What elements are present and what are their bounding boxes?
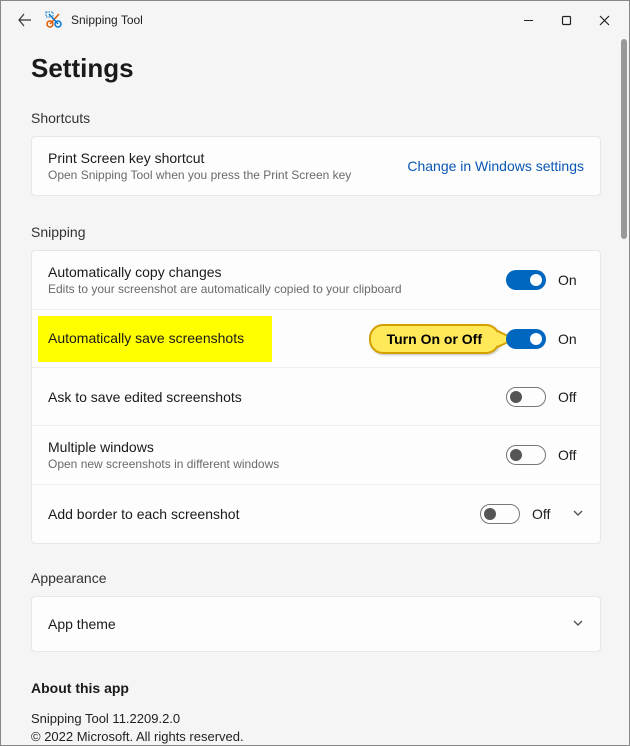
page-title: Settings — [31, 53, 601, 84]
chevron-down-icon — [572, 617, 584, 629]
app-icon — [45, 11, 63, 29]
close-button[interactable] — [585, 5, 623, 35]
autocopy-state: On — [558, 272, 584, 288]
back-arrow-icon — [18, 13, 32, 27]
about-version: Snipping Tool 11.2209.2.0 — [31, 710, 601, 728]
maximize-button[interactable] — [547, 5, 585, 35]
autosave-state: On — [558, 331, 584, 347]
about-label: About this app — [31, 680, 601, 696]
about-copyright: © 2022 Microsoft. All rights reserved. — [31, 728, 601, 745]
shortcut-subtitle: Open Snipping Tool when you press the Pr… — [48, 168, 407, 182]
autocopy-subtitle: Edits to your screenshot are automatical… — [48, 282, 506, 296]
snipping-group: Automatically copy changes Edits to your… — [31, 250, 601, 544]
row-autosave: Automatically save screenshots Turn On o… — [32, 310, 600, 368]
section-label-shortcuts: Shortcuts — [31, 110, 601, 126]
autosave-highlight: Automatically save screenshots — [38, 316, 272, 362]
apptheme-card[interactable]: App theme — [31, 596, 601, 652]
content-area: Settings Shortcuts Print Screen key shor… — [1, 39, 629, 745]
row-asksave: Ask to save edited screenshots Off — [32, 368, 600, 426]
asksave-toggle[interactable] — [506, 387, 546, 407]
autocopy-toggle[interactable] — [506, 270, 546, 290]
section-label-snipping: Snipping — [31, 224, 601, 240]
asksave-title: Ask to save edited screenshots — [48, 389, 506, 405]
callout-text: Turn On or Off — [387, 331, 482, 347]
row-addborder: Add border to each screenshot Off — [32, 485, 600, 543]
shortcut-title: Print Screen key shortcut — [48, 150, 407, 166]
shortcut-card: Print Screen key shortcut Open Snipping … — [31, 136, 601, 196]
addborder-state: Off — [532, 506, 558, 522]
asksave-state: Off — [558, 389, 584, 405]
addborder-expand[interactable] — [572, 507, 584, 522]
multiwin-subtitle: Open new screenshots in different window… — [48, 457, 506, 471]
minimize-button[interactable] — [509, 5, 547, 35]
apptheme-title: App theme — [48, 616, 558, 632]
addborder-title: Add border to each screenshot — [48, 506, 480, 522]
callout-annotation: Turn On or Off — [369, 324, 500, 354]
multiwin-title: Multiple windows — [48, 439, 506, 455]
window-controls — [509, 5, 623, 35]
shortcut-text: Print Screen key shortcut Open Snipping … — [48, 150, 407, 182]
section-label-appearance: Appearance — [31, 570, 601, 586]
row-multiwin: Multiple windows Open new screenshots in… — [32, 426, 600, 485]
change-settings-link[interactable]: Change in Windows settings — [407, 158, 584, 174]
chevron-down-icon — [572, 507, 584, 519]
autosave-title: Automatically save screenshots — [48, 330, 244, 346]
back-button[interactable] — [9, 4, 41, 36]
multiwin-state: Off — [558, 447, 584, 463]
scrollbar[interactable] — [621, 39, 627, 239]
multiwin-toggle[interactable] — [506, 445, 546, 465]
autocopy-title: Automatically copy changes — [48, 264, 506, 280]
row-autocopy: Automatically copy changes Edits to your… — [32, 251, 600, 310]
titlebar: Snipping Tool — [1, 1, 629, 39]
autosave-toggle[interactable] — [506, 329, 546, 349]
minimize-icon — [523, 15, 534, 26]
window-title: Snipping Tool — [71, 13, 509, 27]
apptheme-expand[interactable] — [572, 617, 584, 632]
close-icon — [599, 15, 610, 26]
addborder-toggle[interactable] — [480, 504, 520, 524]
maximize-icon — [561, 15, 572, 26]
